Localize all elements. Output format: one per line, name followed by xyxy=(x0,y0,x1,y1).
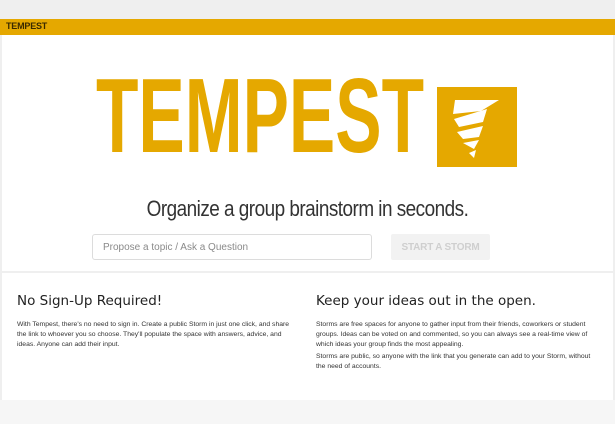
feature-text-open-ideas-2: Storms are public, so anyone with the li… xyxy=(316,353,591,370)
feature-text-no-signup: With Tempest, there's no need to sign in… xyxy=(17,321,290,348)
feature-title-no-signup: No Sign-Up Required! xyxy=(17,293,163,309)
start-storm-button[interactable]: START A STORM xyxy=(391,234,490,260)
feature-title-open-ideas: Keep your ideas out in the open. xyxy=(316,293,536,309)
topic-input[interactable] xyxy=(92,234,372,260)
feature-text-open-ideas-1: Storms are free spaces for anyone to gat… xyxy=(316,321,588,348)
logo-wordmark: TEMPEST xyxy=(96,73,424,155)
top-bar: TEMPEST xyxy=(0,19,615,35)
page-tagline: Organize a group brainstorm in seconds. xyxy=(146,196,469,221)
page-bottom xyxy=(0,400,615,424)
app-title[interactable]: TEMPEST xyxy=(6,21,47,31)
tempest-logo-icon xyxy=(437,87,517,167)
tornado-icon xyxy=(453,100,499,158)
tempest-logo-text: TEMPEST xyxy=(96,73,424,155)
